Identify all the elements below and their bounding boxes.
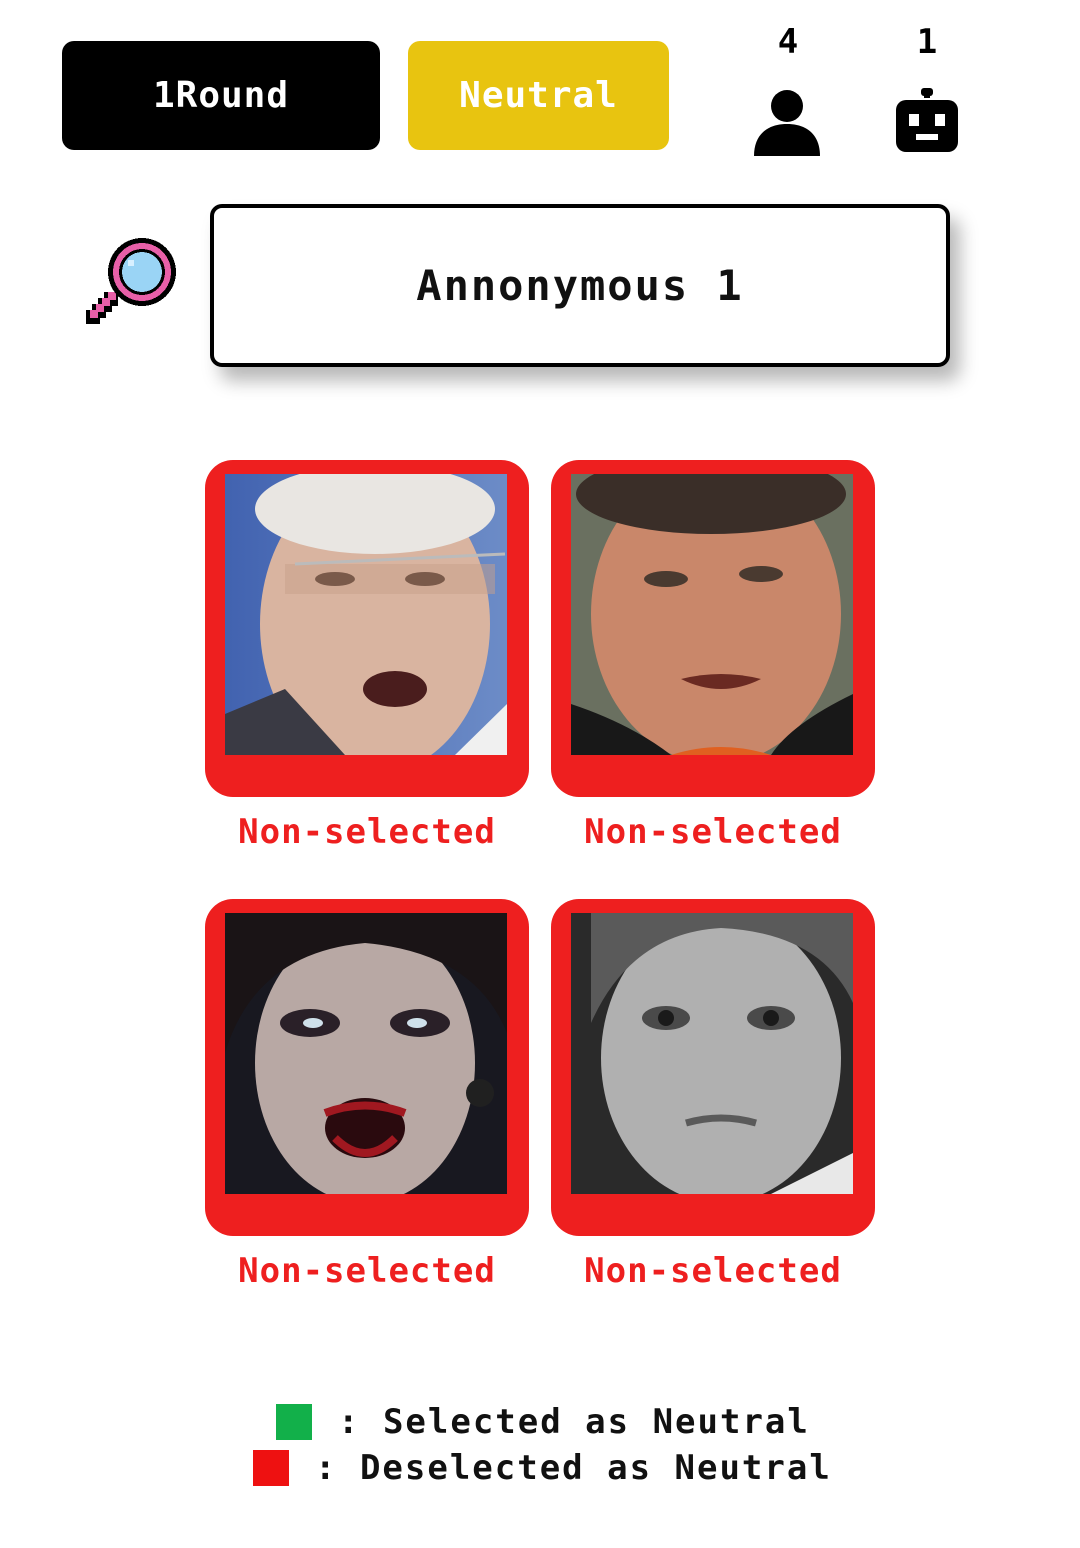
face-photo-4 [571,913,853,1194]
player-name: Annonymous 1 [416,261,744,310]
legend-selected: : Selected as Neutral [276,1402,810,1442]
red-swatch [253,1450,289,1486]
robot-icon [896,88,958,152]
magnifier-icon[interactable] [84,236,184,336]
card-status-2: Non-selected [584,812,842,852]
face-photo-2 [571,474,853,755]
legend-deselected: : Deselected as Neutral [253,1448,832,1488]
card-status-1: Non-selected [238,812,496,852]
face-card-1[interactable] [205,460,529,797]
game-screen: 1Round Neutral 4 1 Annonymous 1 Non-sele… [0,0,1080,1548]
card-status-3: Non-selected [238,1251,496,1291]
legend-selected-text: : Selected as Neutral [338,1402,810,1442]
round-button[interactable]: 1Round [62,41,380,150]
face-card-3[interactable] [205,899,529,1236]
face-card-2[interactable] [551,460,875,797]
player-name-box: Annonymous 1 [210,204,950,367]
face-photo-1 [225,474,507,755]
legend-deselected-text: : Deselected as Neutral [315,1448,832,1488]
emotion-mode-button[interactable]: Neutral [408,41,669,150]
green-swatch [276,1404,312,1440]
face-photo-3 [225,913,507,1194]
human-player-count: 4 [777,22,799,62]
person-icon [754,90,820,156]
card-status-4: Non-selected [584,1251,842,1291]
face-card-4[interactable] [551,899,875,1236]
bot-player-count: 1 [916,22,938,62]
